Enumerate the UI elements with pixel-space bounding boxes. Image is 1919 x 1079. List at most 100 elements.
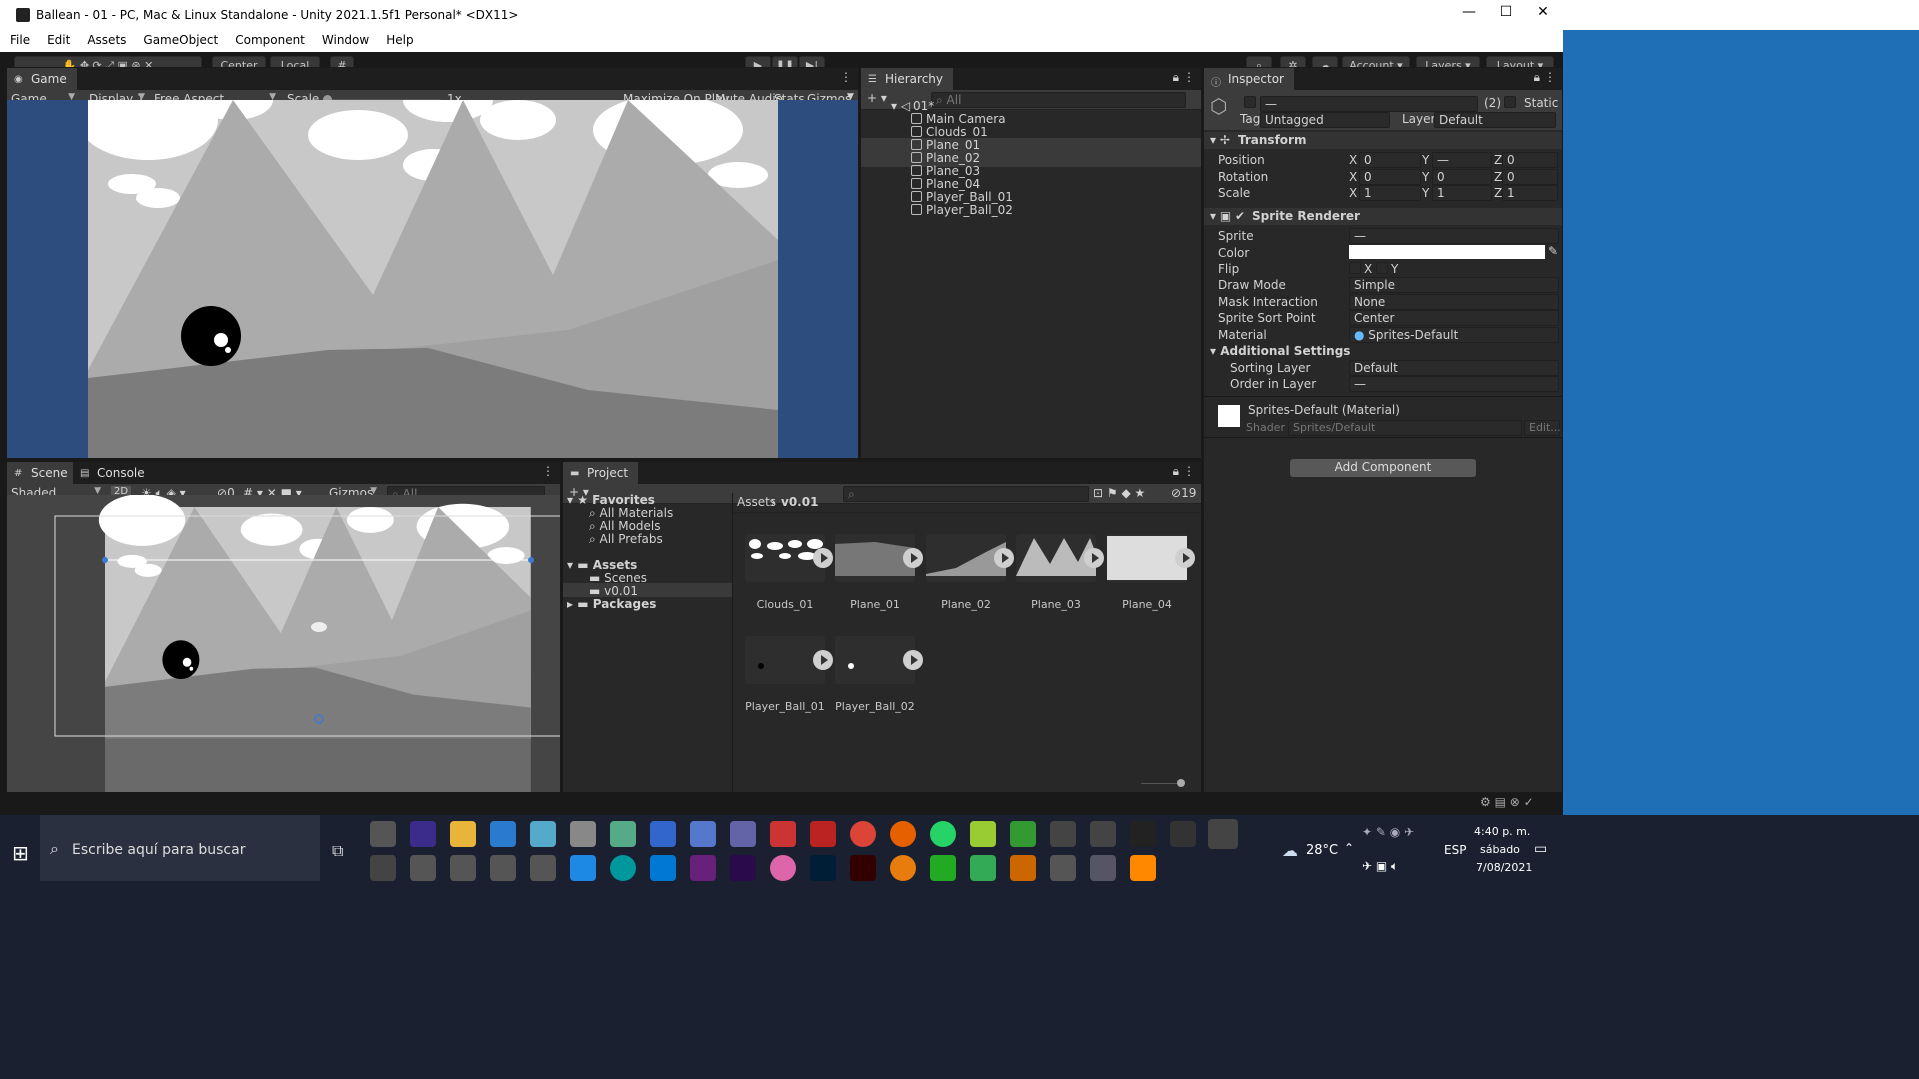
vlc-icon[interactable] [1130,855,1156,881]
chevron-up-icon[interactable]: ⌃ [1344,841,1354,855]
blender-icon[interactable] [890,855,916,881]
play-icon[interactable] [813,548,833,568]
menu-window[interactable]: Window [312,30,376,47]
asset-player-ball-01[interactable] [745,636,833,684]
scene-viewport[interactable] [7,495,560,792]
additional-settings-foldout[interactable]: ▾ Additional Settings [1210,344,1350,358]
packages-foldout[interactable]: ▸ ▬ Packages [567,597,656,611]
tag-dropdown[interactable]: Untagged [1260,112,1390,128]
voicemeeter-icon[interactable] [770,821,796,847]
tab-project[interactable]: ▬ Project [563,462,639,484]
menu-assets[interactable]: Assets [77,30,133,47]
flip-x-checkbox[interactable] [1349,262,1361,274]
app-icon[interactable] [410,821,436,847]
mask-interaction-dropdown[interactable]: None [1349,294,1559,310]
tab-inspector[interactable]: ⓘ Inspector [1204,68,1294,90]
thumbnail-size-slider[interactable] [1141,779,1185,787]
after-effects-icon[interactable] [730,855,756,881]
scale-x-input[interactable]: 1 [1359,185,1421,201]
illustrator-icon[interactable] [850,855,876,881]
app-icon[interactable] [530,821,556,847]
arduino-icon[interactable] [610,855,636,881]
windows-start-icon[interactable]: ⊞ [12,841,29,865]
close-button[interactable]: ✕ [1528,4,1558,26]
app-icon[interactable] [570,821,596,847]
status-icons[interactable]: ⚙ ▤ ⊗ ✓ [1480,795,1534,809]
visual-studio-icon[interactable] [690,855,716,881]
asset-plane-02[interactable] [926,534,1014,582]
menu-component[interactable]: Component [225,30,312,47]
app-icon[interactable] [770,855,796,881]
steam-icon[interactable] [1090,821,1116,847]
play-icon[interactable] [813,650,833,670]
menu-gameobject[interactable]: GameObject [133,30,225,47]
vscode-icon[interactable] [650,855,676,881]
position-x-input[interactable]: 0 [1359,152,1421,168]
asset-plane-04[interactable] [1107,534,1195,582]
weather-temp[interactable]: 28°C [1306,843,1338,858]
app-icon[interactable] [530,855,556,881]
lock-icon[interactable]: 🔒︎ [1173,70,1179,85]
active-checkbox[interactable] [1244,96,1256,108]
app-icon[interactable] [490,855,516,881]
photoshop-icon[interactable] [810,855,836,881]
app-icon[interactable] [410,855,436,881]
position-z-input[interactable]: 0 [1502,152,1558,168]
sorting-layer-dropdown[interactable]: Default [1349,360,1559,376]
rotation-x-input[interactable]: 0 [1359,169,1421,185]
language-indicator[interactable]: ESP [1444,843,1466,857]
app-icon[interactable] [370,855,396,881]
sprite-renderer-header[interactable]: ▾ ▣ ✔ Sprite Renderer [1204,208,1562,225]
unreal-icon[interactable] [1170,821,1196,847]
tray-icons-bottom[interactable]: ✈ ▣ 🔈︎ [1362,859,1398,874]
app-icon[interactable] [1010,821,1036,847]
more-icon[interactable]: ⋮ [840,70,852,84]
rotation-z-input[interactable]: 0 [1502,169,1558,185]
material-field[interactable]: ● Sprites-Default [1349,327,1559,343]
app-icon[interactable] [1090,855,1116,881]
menu-help[interactable]: Help [376,30,420,47]
draw-mode-dropdown[interactable]: Simple [1349,277,1559,293]
static-checkbox[interactable] [1504,96,1516,108]
calculator-icon[interactable] [610,821,636,847]
task-view-icon[interactable]: ⧉ [332,841,343,861]
play-icon[interactable] [1084,548,1104,568]
shader-dropdown[interactable]: Sprites/Default [1288,420,1522,436]
lock-icon[interactable]: 🔒︎ [1534,70,1540,85]
taskbar-search[interactable]: ⌕ Escribe aquí para buscar [40,815,320,881]
minimize-button[interactable]: — [1454,4,1484,26]
play-icon[interactable] [994,548,1014,568]
acrobat-icon[interactable] [810,821,836,847]
color-swatch[interactable] [1349,245,1545,259]
asset-clouds-01[interactable] [745,534,833,582]
object-name-input[interactable]: — [1260,96,1478,112]
app-icon[interactable] [1050,855,1076,881]
app-icon[interactable] [970,821,996,847]
more-icon[interactable]: ⋮ [1544,70,1556,84]
thumbnail-slider-thumb[interactable] [1177,779,1185,787]
chrome-icon[interactable] [850,821,876,847]
favorites-foldout[interactable]: ▾ ★ Favorites [567,493,655,507]
play-icon[interactable] [903,650,923,670]
lock-icon[interactable]: 🔒︎ [1173,464,1179,479]
play-icon[interactable] [1175,548,1195,568]
app-icon[interactable] [930,855,956,881]
more-icon[interactable]: ⋮ [1183,70,1195,84]
rotation-y-input[interactable]: 0 [1432,169,1492,185]
shader-edit-button[interactable]: Edit... [1524,420,1561,436]
folder-v001[interactable]: ▬ v0.01 [589,584,638,598]
app-icon[interactable] [650,821,676,847]
scale-z-input[interactable]: 1 [1502,185,1558,201]
notification-icon[interactable]: ▭ [1534,841,1547,857]
asset-plane-01[interactable] [835,534,923,582]
hierarchy-item[interactable]: Player_Ball_02 [861,203,1201,219]
maximize-button[interactable]: ☐ [1491,4,1521,26]
flip-y-checkbox[interactable] [1376,262,1388,274]
tab-hierarchy[interactable]: ☰ Hierarchy [861,68,954,90]
layer-dropdown[interactable]: Default [1434,112,1556,128]
sprite-field[interactable]: — [1349,228,1559,244]
menu-edit[interactable]: Edit [37,30,77,47]
app-icon[interactable] [370,821,396,847]
assets-foldout[interactable]: ▾ ▬ Assets [567,558,637,572]
menu-file[interactable]: File [0,30,37,47]
